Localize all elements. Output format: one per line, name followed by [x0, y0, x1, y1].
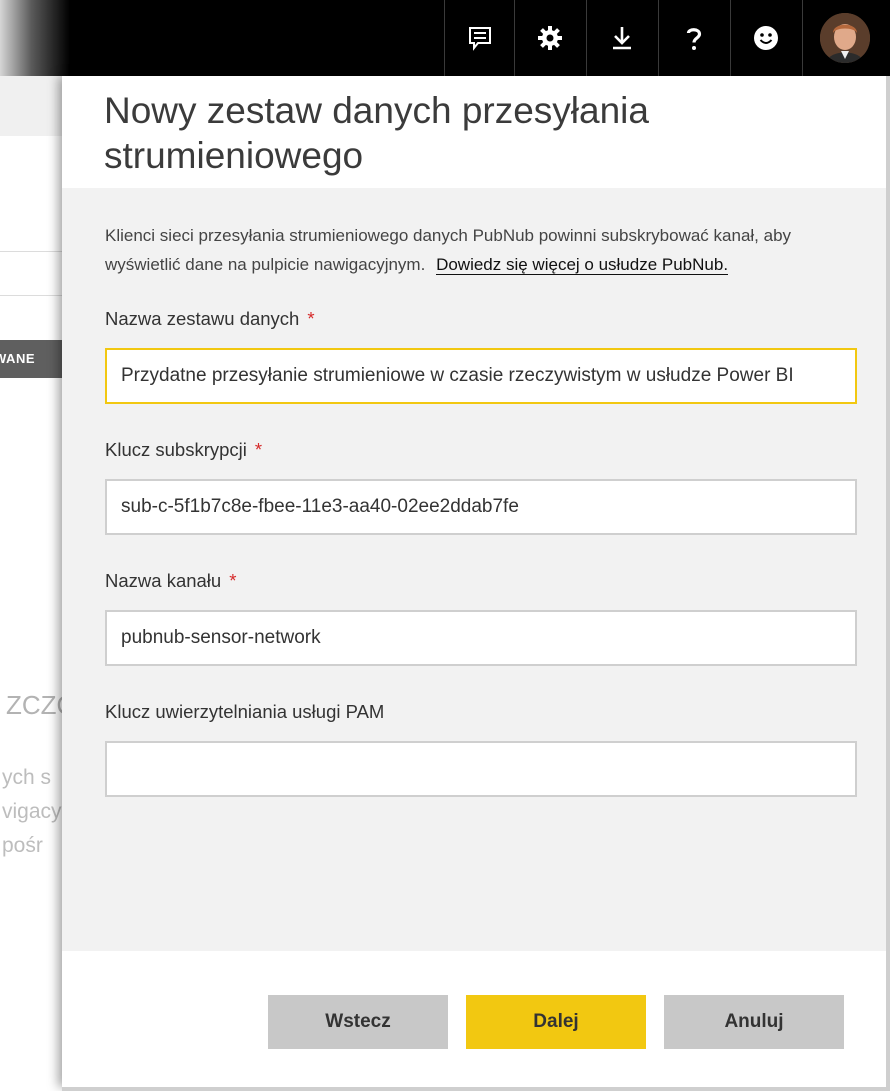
- dataset-name-label: Nazwa zestawu danych *: [105, 308, 315, 330]
- background-text-line: ych s: [2, 766, 52, 789]
- background-heading: ZCZO: [6, 690, 62, 720]
- subscription-key-input[interactable]: [105, 479, 857, 535]
- required-marker: *: [307, 308, 315, 329]
- gear-icon: [538, 26, 562, 50]
- channel-name-label: Nazwa kanału *: [105, 570, 236, 592]
- notifications-icon: [469, 27, 491, 51]
- help-button[interactable]: [658, 0, 729, 76]
- required-marker: *: [229, 570, 237, 591]
- background-header-band: [0, 76, 62, 136]
- feedback-button[interactable]: [730, 0, 801, 76]
- subscription-key-label: Klucz subskrypcji *: [105, 439, 262, 461]
- window-edge: [886, 76, 890, 1091]
- background-divider: [0, 295, 62, 296]
- notifications-button[interactable]: [444, 0, 515, 76]
- subscription-key-label-text: Klucz subskrypcji: [105, 439, 247, 460]
- back-button[interactable]: Wstecz: [268, 995, 448, 1049]
- background-text-line: pośr: [2, 834, 43, 857]
- top-bar-fade: [0, 0, 70, 76]
- profile-button[interactable]: [802, 0, 887, 76]
- pam-auth-key-label: Klucz uwierzytelniania usługi PAM: [105, 701, 384, 723]
- description: Klienci sieci przesyłania strumieniowego…: [105, 221, 845, 279]
- background-divider: [0, 251, 62, 252]
- next-button[interactable]: Dalej: [466, 995, 646, 1049]
- required-marker: *: [254, 439, 263, 460]
- smiley-icon: [754, 26, 778, 50]
- window-edge: [62, 1087, 890, 1091]
- help-icon: [686, 28, 702, 50]
- channel-name-label-text: Nazwa kanału: [105, 570, 222, 591]
- background-page: WANE ZCZO ych s vigacy pośr: [0, 76, 62, 1091]
- background-tab-pill: WANE: [0, 340, 62, 378]
- pam-auth-key-input[interactable]: [105, 741, 857, 797]
- settings-button[interactable]: [514, 0, 585, 76]
- dataset-name-label-text: Nazwa zestawu danych: [105, 308, 300, 329]
- user-avatar: [820, 13, 870, 63]
- new-streaming-dataset-panel: Nowy zestaw danych przesyłania strumieni…: [62, 76, 886, 1087]
- background-text-line: vigacy: [2, 800, 62, 823]
- download-icon: [613, 27, 631, 50]
- channel-name-input[interactable]: [105, 610, 857, 666]
- panel-body: Klienci sieci przesyłania strumieniowego…: [62, 188, 886, 951]
- learn-more-link[interactable]: Dowiedz się więcej o usłudze PubNub.: [436, 255, 729, 275]
- cancel-button[interactable]: Anuluj: [664, 995, 844, 1049]
- panel-title: Nowy zestaw danych przesyłania strumieni…: [104, 90, 649, 176]
- dataset-name-input[interactable]: [105, 348, 857, 404]
- download-button[interactable]: [586, 0, 657, 76]
- top-bar: [0, 0, 890, 76]
- pam-auth-key-label-text: Klucz uwierzytelniania usługi PAM: [105, 701, 385, 722]
